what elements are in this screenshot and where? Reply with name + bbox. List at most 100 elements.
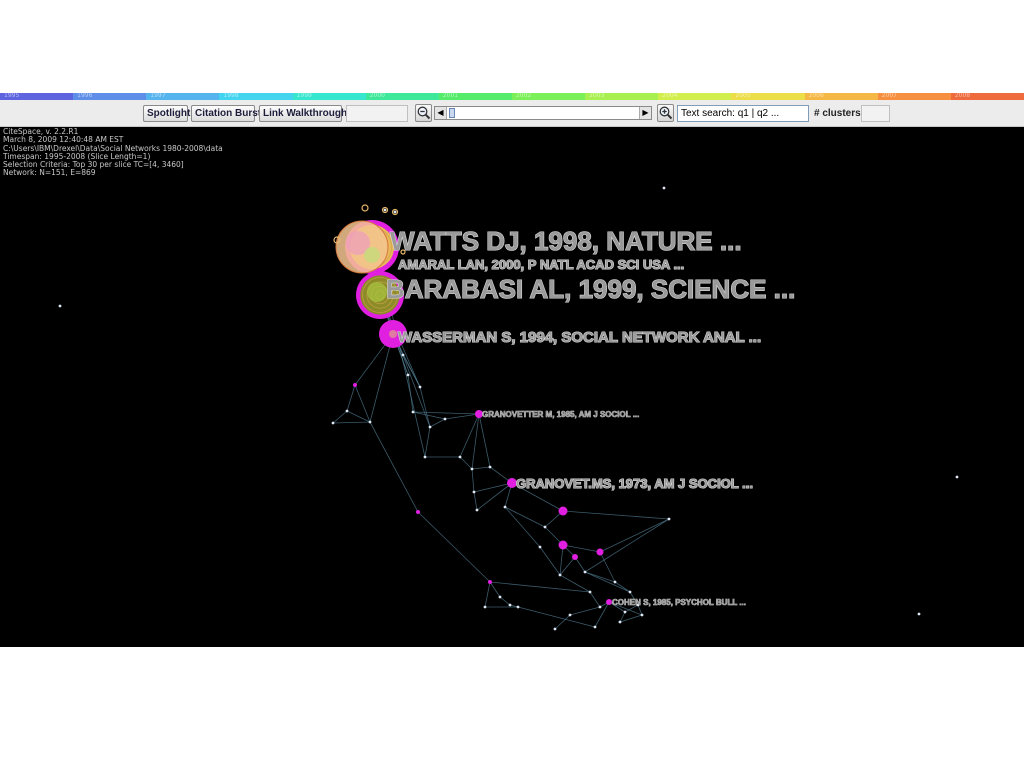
slider-right-arrow-icon[interactable]: ▶ (639, 107, 651, 119)
network-node[interactable] (383, 208, 387, 212)
spotlight-button[interactable]: Spotlight (143, 105, 190, 122)
timeline-year-2006[interactable]: 2006 (804, 92, 878, 100)
timeslice-slider[interactable]: ◀ ▶ (434, 106, 652, 120)
zoom-out-button[interactable] (415, 104, 432, 122)
timeline-year-2004[interactable]: 2004 (658, 92, 732, 100)
citation-burst-node[interactable] (558, 506, 568, 516)
network-node[interactable] (428, 425, 432, 429)
granovetter-1985-label[interactable]: GRANOVETTER M, 1985, AM J SOCIOL ... (482, 410, 640, 420)
timeline-year-2002[interactable]: 2002 (511, 92, 586, 100)
citation-burst-node[interactable] (416, 510, 420, 514)
granovetter-1973-label[interactable]: GRANOVET.MS, 1973, AM J SOCIOL ... (515, 475, 753, 491)
toolbar-blank-field[interactable] (346, 105, 408, 122)
citation-burst-node[interactable] (488, 580, 492, 584)
network-node[interactable] (411, 410, 415, 414)
barabasi-label[interactable]: BARABASI AL, 1999, SCIENCE ... (385, 273, 795, 304)
network-edge (517, 606, 596, 628)
network-node[interactable] (955, 475, 959, 479)
timeline-year-1996[interactable]: 1996 (73, 92, 147, 100)
network-edge (354, 384, 371, 423)
timeline-year-label: 2008 (954, 92, 971, 99)
timeline-year-2007[interactable]: 2007 (877, 92, 951, 100)
network-node[interactable] (331, 421, 335, 425)
timeline-color-bar: 1995 1996 1997 1998 1999 2000 2001 2002 2003 2004… (0, 92, 1024, 100)
network-node[interactable] (558, 573, 562, 577)
timeline-year-label: 1996 (77, 92, 93, 99)
network-node[interactable] (538, 545, 542, 549)
network-node[interactable] (368, 420, 372, 424)
network-node[interactable] (593, 625, 597, 629)
wasserman-label[interactable]: WASSERMAN S, 1994, SOCIAL NETWORK ANAL .… (397, 328, 761, 346)
network-node[interactable] (401, 353, 405, 357)
network-node[interactable] (361, 204, 369, 212)
network-edge (369, 421, 419, 513)
network-node[interactable] (488, 465, 492, 469)
network-node[interactable] (618, 620, 622, 624)
network-node[interactable] (640, 613, 644, 617)
network-edge (459, 456, 473, 470)
text-search-input[interactable] (677, 105, 809, 122)
network-edge (478, 413, 491, 468)
timeline-year-1995[interactable]: 1995 (0, 92, 74, 100)
network-node[interactable] (406, 373, 410, 377)
timeline-year-label: 2005 (735, 92, 751, 99)
network-node[interactable] (475, 508, 479, 512)
network-node[interactable] (508, 603, 512, 607)
clusters-count-field[interactable] (861, 105, 890, 122)
timeline-year-1997[interactable]: 1997 (146, 92, 220, 100)
network-node[interactable] (662, 186, 666, 190)
watts-label[interactable]: WATTS DJ, 1998, NATURE ... (389, 225, 742, 256)
citation-burst-node[interactable] (596, 548, 604, 556)
network-node[interactable] (443, 417, 447, 421)
timeline-year-label: 2006 (808, 92, 824, 99)
network-edge (562, 510, 670, 520)
network-node[interactable] (598, 605, 602, 609)
network-node[interactable] (543, 525, 547, 529)
zoom-in-button[interactable] (657, 104, 674, 122)
network-edge (499, 596, 511, 606)
network-node[interactable] (393, 210, 397, 214)
network-graph[interactable]: WATTS DJ, 1998, NATURE ...AMARAL LAN, 20… (0, 127, 1024, 647)
network-node[interactable] (503, 505, 507, 509)
network-node[interactable] (613, 580, 617, 584)
network-node[interactable] (516, 605, 520, 609)
network-node[interactable] (628, 590, 632, 594)
network-node[interactable] (667, 517, 671, 521)
citation-burst-node[interactable] (572, 554, 578, 560)
timeline-year-label: 1997 (150, 92, 166, 99)
timeline-year-2008[interactable]: 2008 (950, 92, 1024, 100)
citation-burst-button[interactable]: Citation Burst (191, 105, 261, 122)
link-walkthrough-button[interactable]: Link Walkthrough (259, 105, 347, 122)
network-node[interactable] (345, 409, 349, 413)
amaral-label[interactable]: AMARAL LAN, 2000, P NATL ACAD SCI USA ..… (397, 256, 684, 272)
network-node[interactable] (458, 455, 462, 459)
network-visualization-canvas[interactable]: WATTS DJ, 1998, NATURE ... AMARAL LAN, 20… (0, 127, 1024, 647)
info-network: Network: N=151, E=869 (3, 168, 96, 178)
network-node[interactable] (418, 385, 422, 389)
network-node[interactable] (568, 613, 572, 617)
network-node[interactable] (623, 610, 627, 614)
citation-burst-node[interactable] (353, 383, 357, 387)
network-node[interactable] (583, 570, 587, 574)
timeline-year-2000[interactable]: 2000 (365, 92, 439, 100)
network-node[interactable] (472, 490, 476, 494)
citation-burst-node[interactable] (558, 540, 568, 550)
timeline-year-1998[interactable]: 1998 (219, 92, 293, 100)
zoom-in-icon (659, 106, 673, 120)
network-node[interactable] (483, 605, 487, 609)
zoom-out-icon (417, 106, 431, 120)
slider-left-arrow-icon[interactable]: ◀ (435, 107, 447, 119)
network-node[interactable] (470, 467, 474, 471)
network-node[interactable] (553, 627, 557, 631)
network-node[interactable] (423, 455, 427, 459)
network-node[interactable] (588, 590, 592, 594)
cohen-label[interactable]: COHEN S, 1985, PSYCHOL BULL ... (612, 598, 747, 608)
slider-thumb[interactable] (449, 108, 455, 118)
timeline-year-2001[interactable]: 2001 (438, 92, 512, 100)
network-node[interactable] (498, 595, 502, 599)
timeline-year-2005[interactable]: 2005 (731, 92, 805, 100)
timeline-year-1999[interactable]: 1999 (292, 92, 366, 100)
network-node[interactable] (58, 304, 62, 308)
timeline-year-2003[interactable]: 2003 (585, 92, 659, 100)
network-node[interactable] (917, 612, 921, 616)
